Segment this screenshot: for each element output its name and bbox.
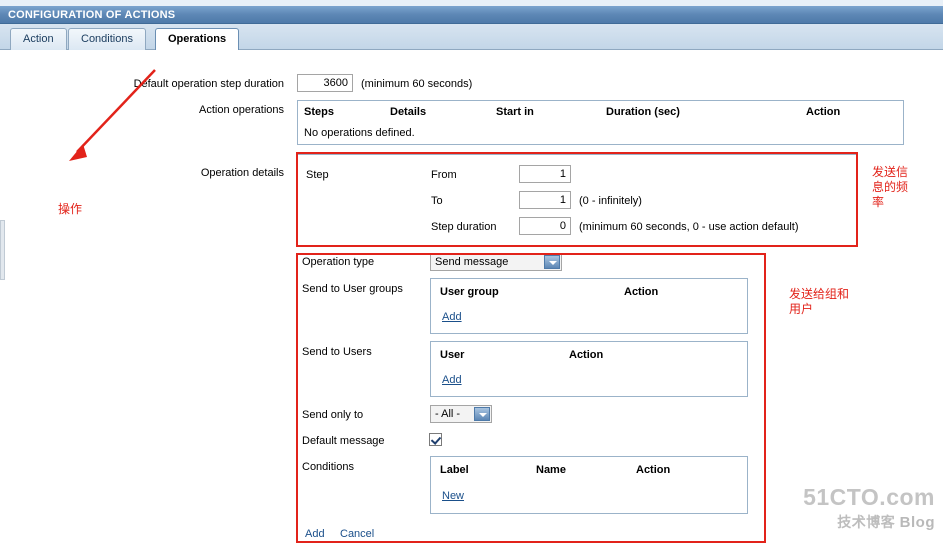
step-duration-hint: (minimum 60 seconds, 0 - use action defa… — [579, 221, 799, 233]
add-user-link[interactable]: Add — [442, 374, 462, 386]
operation-details-label: Operation details — [200, 167, 284, 179]
default-step-duration-input[interactable] — [297, 74, 353, 92]
default-step-duration-hint: (minimum 60 seconds) — [361, 78, 473, 90]
window-title-bar: CONFIGURATION OF ACTIONS — [0, 6, 943, 24]
scroll-sliver — [0, 220, 5, 280]
default-step-duration-label: Default operation step duration — [133, 78, 284, 90]
step-to-hint: (0 - infinitely) — [579, 195, 642, 207]
operation-type-value: Send message — [435, 256, 509, 268]
to-label: To — [431, 195, 443, 207]
send-only-to-label: Send only to — [302, 409, 364, 421]
user-groups-box: User group Action Add — [430, 278, 748, 334]
no-operations-text: No operations defined. — [304, 127, 415, 139]
col-user-group-action: Action — [624, 286, 659, 298]
operation-type-label: Operation type — [302, 256, 375, 268]
send-to-users-label: Send to Users — [302, 346, 372, 358]
step-duration-label: Step duration — [431, 221, 497, 233]
send-to-user-groups-label: Send to User groups — [302, 283, 403, 295]
watermark-line2: 技术博客 Blog — [837, 512, 935, 532]
default-message-checkbox[interactable] — [429, 433, 442, 446]
chevron-down-icon[interactable] — [544, 255, 560, 269]
step-from-input[interactable] — [519, 165, 571, 183]
add-operation-link[interactable]: Add — [305, 528, 325, 540]
step-to-input[interactable] — [519, 191, 571, 209]
col-user-group: User group — [440, 286, 499, 298]
send-only-to-value: - All - — [435, 408, 461, 420]
col-name: Name — [536, 464, 566, 476]
tab-conditions[interactable]: Conditions — [68, 28, 146, 50]
col-action: Action — [806, 106, 841, 118]
col-start-in: Start in — [496, 106, 534, 118]
annotation-text-operation: 操作 — [58, 202, 83, 216]
from-label: From — [431, 169, 457, 181]
page-title: CONFIGURATION OF ACTIONS — [8, 9, 176, 21]
new-condition-link[interactable]: New — [442, 490, 464, 502]
default-message-label: Default message — [302, 435, 385, 447]
watermark-line1: 51CTO.com — [803, 484, 935, 510]
add-user-group-link[interactable]: Add — [442, 311, 462, 323]
col-label: Label — [440, 464, 469, 476]
send-only-to-select[interactable]: - All - — [430, 405, 492, 423]
users-box: User Action Add — [430, 341, 748, 397]
cancel-link[interactable]: Cancel — [340, 528, 374, 540]
annotation-text-recipients: 发送给组和 用户 — [789, 287, 850, 316]
action-operations-box: Steps Details Start in Duration (sec) Ac… — [297, 100, 904, 145]
operation-details-box: Step From To (0 - infinitely) Step durat… — [297, 154, 857, 246]
col-user-action: Action — [569, 349, 604, 361]
conditions-label: Conditions — [302, 461, 354, 473]
tab-operations[interactable]: Operations — [155, 28, 240, 51]
annotation-text-frequency: 发送信 息的频 率 — [872, 165, 909, 209]
col-conditions-action: Action — [636, 464, 671, 476]
tab-strip: Action Conditions Operations — [0, 24, 943, 51]
tab-action[interactable]: Action — [10, 28, 67, 50]
conditions-box: Label Name Action New — [430, 456, 748, 514]
col-steps: Steps — [304, 106, 334, 118]
col-details: Details — [390, 106, 427, 118]
step-duration-input[interactable] — [519, 217, 571, 235]
watermark-line2-right: Blog — [899, 514, 935, 531]
col-user: User — [440, 349, 465, 361]
watermark-line2-left: 技术博客 — [837, 514, 896, 530]
step-label: Step — [306, 169, 329, 181]
col-duration: Duration (sec) — [606, 106, 680, 118]
operation-type-select[interactable]: Send message — [430, 253, 562, 271]
chevron-down-icon-2[interactable] — [474, 407, 490, 421]
action-operations-label: Action operations — [199, 104, 284, 116]
